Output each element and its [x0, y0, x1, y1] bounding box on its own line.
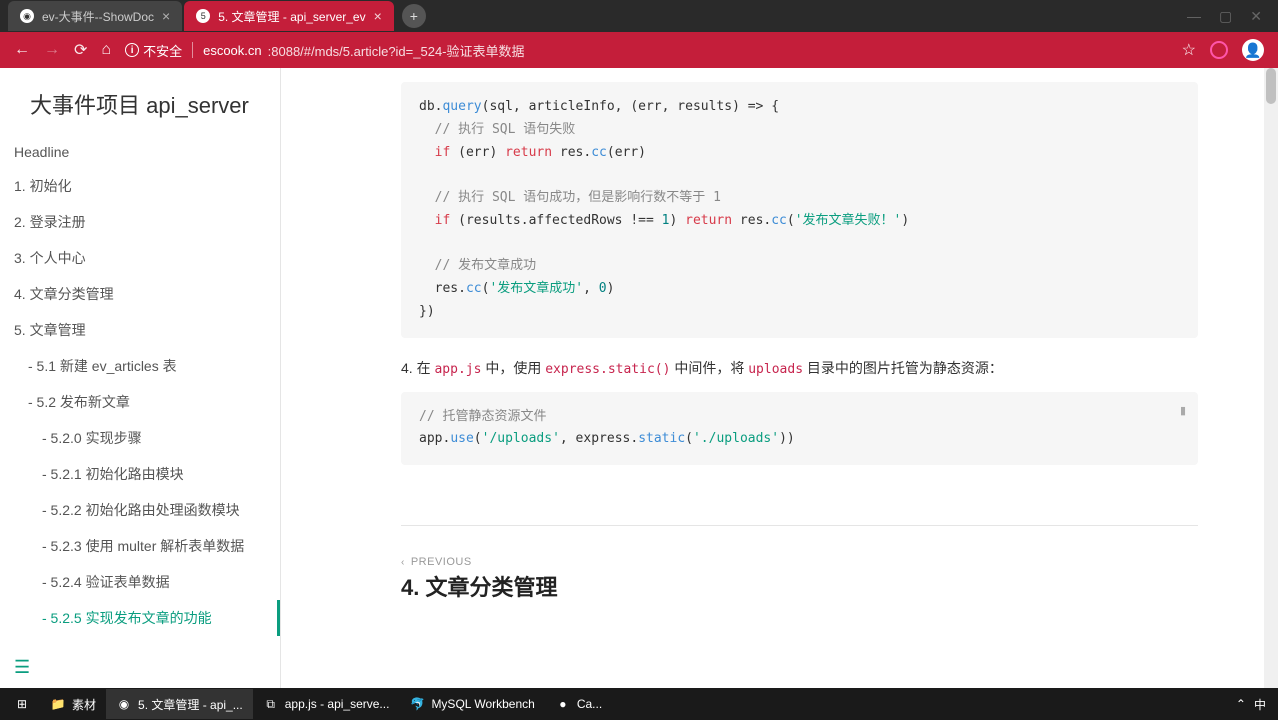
scrollbar[interactable]: [1264, 68, 1278, 688]
app-icon: ⧉: [263, 696, 279, 712]
reload-button[interactable]: ⟳: [74, 40, 87, 60]
address-bar: ← → ⟳ ⌂ i 不安全 escook.cn :8088/#/mds/5.art…: [0, 32, 1278, 68]
tab-favicon-icon: 5: [196, 9, 210, 23]
prev-label: ‹PREVIOUS: [401, 556, 1198, 568]
paragraph: 4. 在 app.js 中，使用 express.static() 中间件，将 …: [401, 358, 1198, 378]
app-icon: 🐬: [409, 696, 425, 712]
security-status: i 不安全: [125, 41, 182, 60]
close-tab-icon[interactable]: ×: [162, 8, 170, 24]
taskbar-label: 5. 文章管理 - api_...: [138, 696, 243, 713]
menu-toggle-icon[interactable]: ☰: [14, 657, 30, 678]
forward-button[interactable]: →: [44, 41, 60, 59]
close-tab-icon[interactable]: ×: [374, 8, 382, 24]
sidebar-item[interactable]: - 5.2.1 初始化路由模块: [0, 456, 280, 492]
taskbar-label: MySQL Workbench: [431, 697, 534, 711]
taskbar: ⊞ 📁 素材 ◉ 5. 文章管理 - api_... ⧉ app.js - api_serv…: [0, 688, 1278, 720]
divider: [192, 42, 193, 58]
profile-avatar-icon[interactable]: 👤: [1242, 39, 1264, 61]
ime-indicator[interactable]: 中: [1254, 696, 1266, 713]
url-bar[interactable]: i 不安全 escook.cn :8088/#/mds/5.article?id=…: [125, 41, 1168, 60]
copy-button[interactable]: ▮: [1180, 402, 1186, 421]
taskbar-label: app.js - api_serve...: [285, 697, 390, 711]
code-block-1: db.query(sql, articleInfo, (err, results…: [401, 82, 1198, 338]
tab-title: 5. 文章管理 - api_server_ev: [218, 8, 365, 25]
prev-title: 4. 文章分类管理: [401, 570, 1198, 602]
sidebar-title: 大事件项目 api_server: [0, 88, 280, 136]
url-path: :8088/#/mds/5.article?id=_524-验证表单数据: [268, 41, 525, 60]
chevron-left-icon: ‹: [401, 557, 405, 568]
taskbar-item[interactable]: ● Ca...: [545, 689, 612, 719]
prev-page-link[interactable]: ‹PREVIOUS 4. 文章分类管理: [401, 556, 1198, 602]
taskbar-tray: ⌃ 中: [1236, 696, 1274, 713]
url-host: escook.cn: [203, 43, 262, 58]
taskbar-label: 素材: [72, 696, 96, 713]
security-text: 不安全: [143, 41, 182, 60]
home-button[interactable]: ⌂: [101, 41, 111, 59]
new-tab-button[interactable]: +: [402, 4, 426, 28]
close-window-button[interactable]: ✕: [1250, 8, 1262, 25]
window-controls: — ▢ ✕: [1171, 0, 1278, 33]
sidebar-item[interactable]: 2. 登录注册: [0, 204, 280, 240]
browser-tabs: ◉ ev-大事件--ShowDoc × 5 5. 文章管理 - api_serv…: [0, 0, 1278, 32]
content-area: db.query(sql, articleInfo, (err, results…: [281, 68, 1278, 688]
sidebar-item[interactable]: - 5.2.5 实现发布文章的功能: [0, 600, 280, 636]
tab-title: ev-大事件--ShowDoc: [42, 8, 154, 25]
taskbar-item[interactable]: 📁 素材: [40, 689, 106, 719]
taskbar-item[interactable]: ⧉ app.js - api_serve...: [253, 689, 400, 719]
divider: [401, 525, 1198, 526]
bookmark-icon[interactable]: ☆: [1182, 40, 1196, 60]
sidebar: 大事件项目 api_server Headline1. 初始化2. 登录注册3.…: [0, 68, 281, 688]
minimize-button[interactable]: —: [1187, 8, 1201, 25]
code-block-2: ▮// 托管静态资源文件 app.use('/uploads', express…: [401, 392, 1198, 466]
extension-icon[interactable]: [1210, 41, 1228, 59]
taskbar-item[interactable]: ⊞: [4, 689, 40, 719]
app-icon: ◉: [116, 696, 132, 712]
taskbar-item[interactable]: 🐬 MySQL Workbench: [399, 689, 544, 719]
sidebar-item[interactable]: - 5.2.0 实现步骤: [0, 420, 280, 456]
sidebar-item[interactable]: - 5.1 新建 ev_articles 表: [0, 348, 280, 384]
sidebar-item[interactable]: - 5.2 发布新文章: [0, 384, 280, 420]
app-icon: 📁: [50, 696, 66, 712]
sidebar-item[interactable]: - 5.2.4 验证表单数据: [0, 564, 280, 600]
tray-up-icon[interactable]: ⌃: [1236, 697, 1246, 711]
browser-tab-2[interactable]: 5 5. 文章管理 - api_server_ev ×: [184, 1, 394, 31]
info-icon: i: [125, 43, 139, 57]
sidebar-item[interactable]: 3. 个人中心: [0, 240, 280, 276]
app-icon: ●: [555, 696, 571, 712]
maximize-button[interactable]: ▢: [1219, 8, 1232, 25]
taskbar-item[interactable]: ◉ 5. 文章管理 - api_...: [106, 689, 253, 719]
sidebar-item[interactable]: Headline: [0, 136, 280, 168]
taskbar-label: Ca...: [577, 697, 602, 711]
browser-tab-1[interactable]: ◉ ev-大事件--ShowDoc ×: [8, 1, 182, 31]
sidebar-item[interactable]: 4. 文章分类管理: [0, 276, 280, 312]
app-icon: ⊞: [14, 696, 30, 712]
scrollbar-thumb[interactable]: [1266, 68, 1276, 104]
sidebar-item[interactable]: 5. 文章管理: [0, 312, 280, 348]
sidebar-item[interactable]: 1. 初始化: [0, 168, 280, 204]
sidebar-item[interactable]: - 5.2.2 初始化路由处理函数模块: [0, 492, 280, 528]
sidebar-item[interactable]: - 5.2.3 使用 multer 解析表单数据: [0, 528, 280, 564]
tab-favicon-icon: ◉: [20, 9, 34, 23]
back-button[interactable]: ←: [14, 41, 30, 59]
